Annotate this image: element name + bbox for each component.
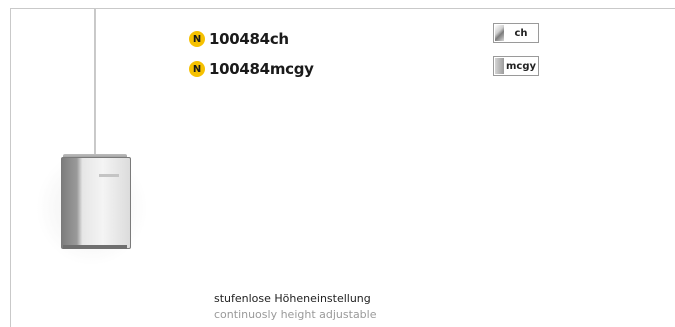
- box-base: [63, 245, 127, 249]
- product-code: 100484mcgy: [209, 60, 314, 78]
- new-badge-icon: N: [189, 31, 205, 47]
- product-row: N 100484ch: [189, 28, 289, 50]
- finish-label: ch: [514, 27, 528, 39]
- finish-swatch-ch: ch: [493, 23, 539, 43]
- grey-finish-icon: [495, 58, 504, 74]
- finish-swatch-mcgy: mcgy: [493, 56, 539, 76]
- pendant-box-icon: [61, 157, 131, 249]
- caption-german: stufenlose Höheneinstellung: [214, 292, 371, 305]
- caption-english: continuosly height adjustable: [214, 308, 377, 321]
- product-code: 100484ch: [209, 30, 289, 48]
- product-image: [0, 0, 160, 280]
- product-row: N 100484mcgy: [189, 58, 314, 80]
- chrome-finish-icon: [495, 25, 504, 41]
- new-badge-icon: N: [189, 61, 205, 77]
- box-label-plate: [99, 174, 119, 177]
- suspension-cord: [94, 8, 96, 158]
- finish-label: mcgy: [505, 60, 537, 72]
